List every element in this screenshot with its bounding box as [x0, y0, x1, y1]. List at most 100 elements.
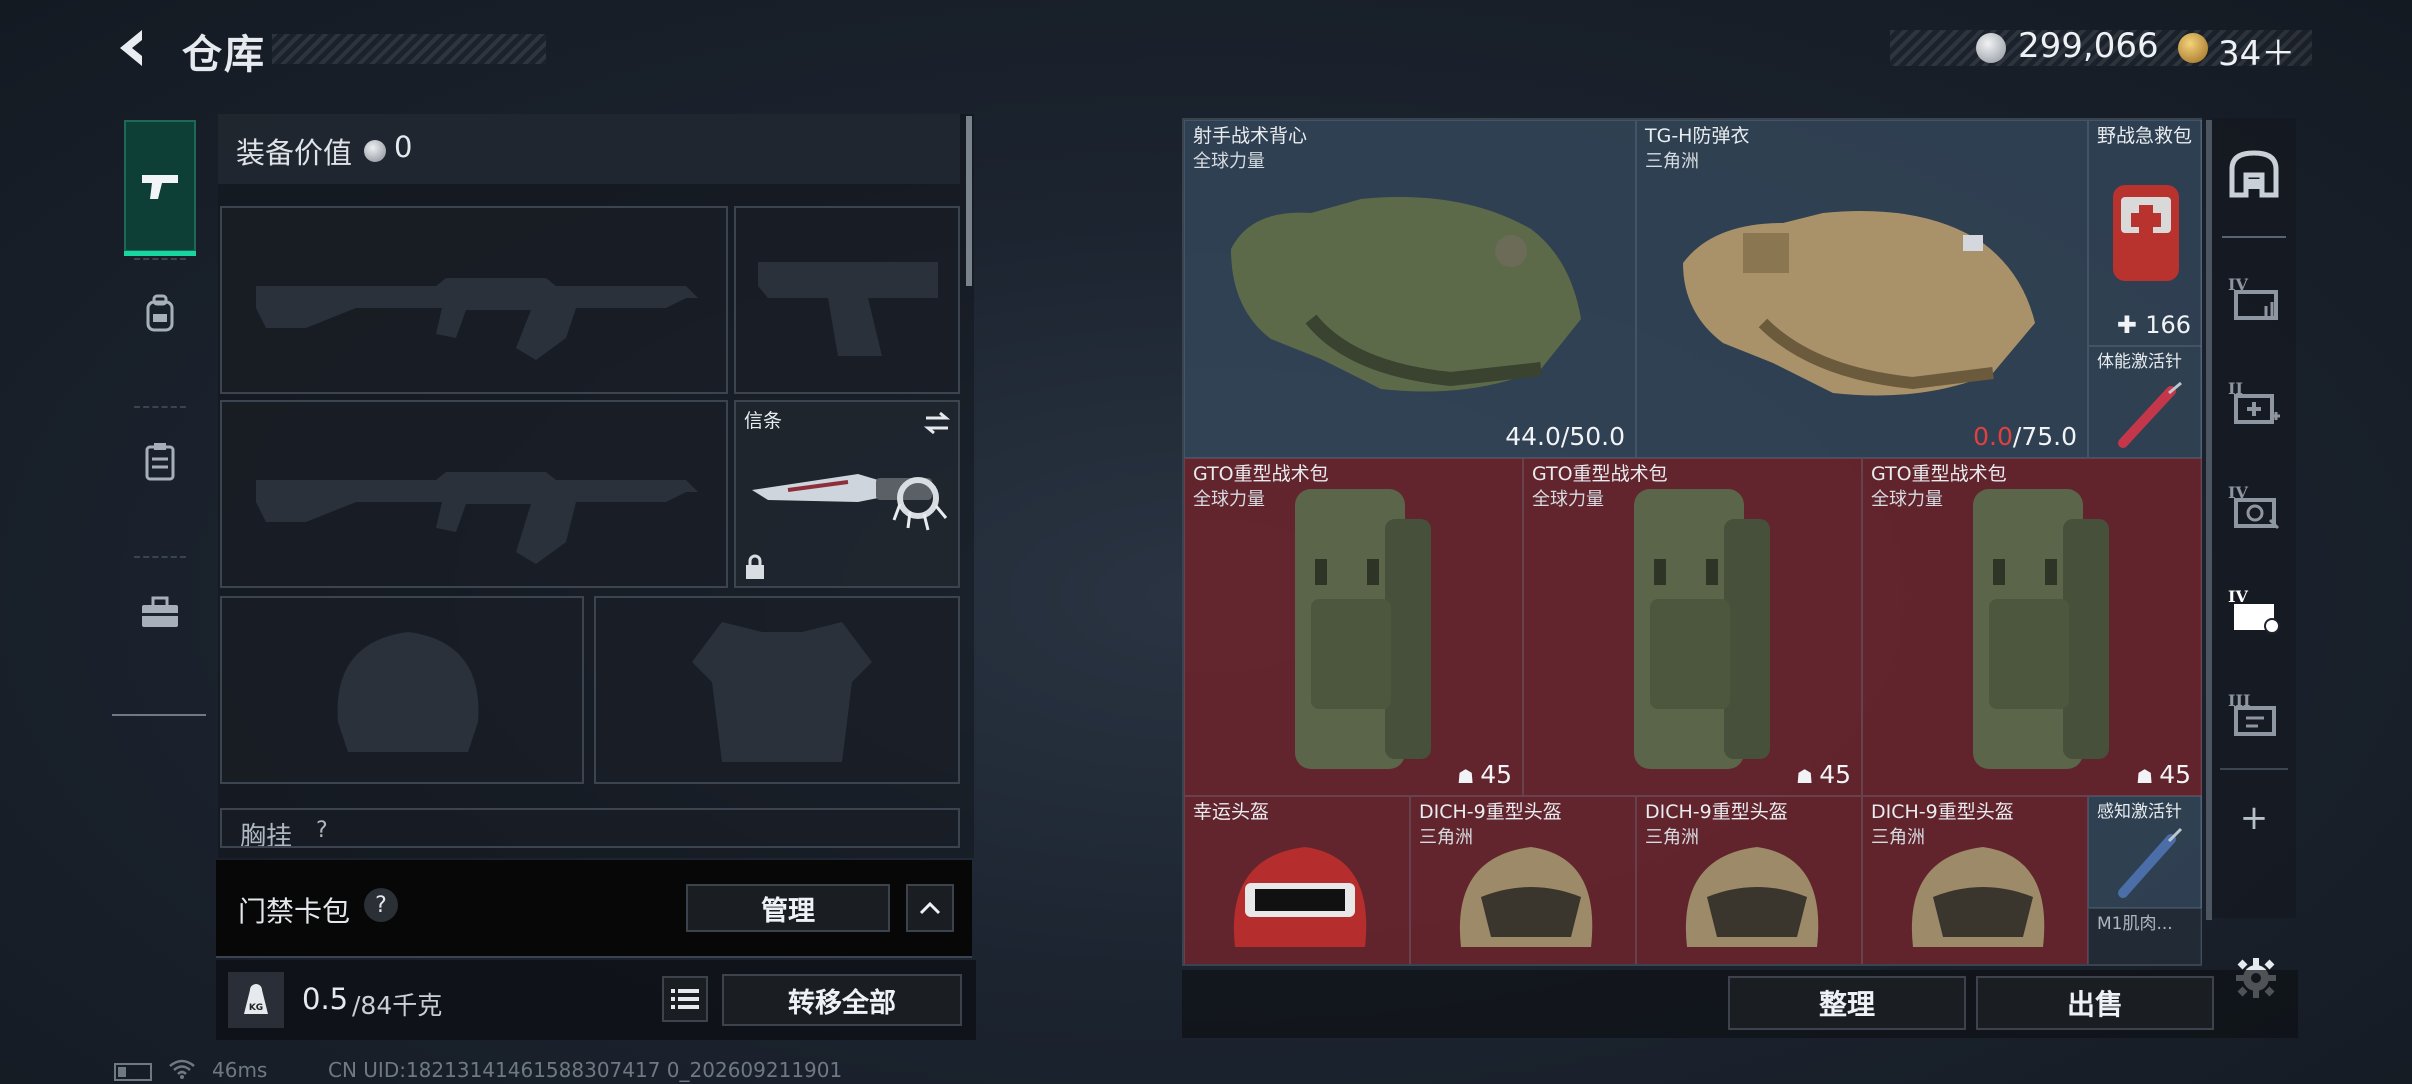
equipment-value: 0 — [394, 130, 413, 164]
stash-tier-iv-active-icon: IV — [2228, 587, 2280, 634]
tab-safe[interactable] — [2220, 140, 2288, 208]
item-subtitle: 三角洲 — [1645, 151, 1699, 172]
stash-item[interactable]: TG-H防弹衣 三角洲 0.0/75.0 — [1636, 120, 2088, 458]
lock-icon — [746, 554, 764, 579]
coin-silver-icon — [364, 140, 386, 162]
list-icon — [671, 989, 699, 1009]
rifle-silhouette-icon — [256, 278, 698, 360]
stash-item[interactable]: GTO重型战术包 全球力量 ☗ 45 — [1523, 458, 1862, 796]
tab-stash-5[interactable]: III — [2220, 674, 2288, 754]
stash-item[interactable]: GTO重型战术包 全球力量 ☗ 45 — [1862, 458, 2202, 796]
knife-icon — [752, 474, 948, 531]
pistol-slot[interactable] — [734, 206, 960, 394]
svg-text:IV: IV — [2228, 587, 2248, 606]
stash-item[interactable]: 体能激活针 — [2088, 346, 2202, 458]
stash-item[interactable]: 射手战术背心 全球力量 44.0/50.0 — [1184, 120, 1636, 458]
help-icon[interactable]: ? — [364, 888, 398, 922]
chevron-up-icon — [919, 901, 941, 915]
item-capacity: ☗ 45 — [2136, 760, 2191, 789]
item-name: 感知激活针 — [2097, 802, 2182, 822]
body-armor-icon — [1683, 211, 2035, 396]
stash-grid: 射手战术背心 全球力量 44.0/50.0 TG-H防弹衣 三角洲 0.0/75… — [1184, 120, 2202, 964]
item-name: 射手战术背心 — [1193, 125, 1308, 147]
rifle-silhouette-icon — [256, 472, 698, 564]
item-name: DICH-9重型头盔 — [1871, 801, 2014, 823]
tab-tools[interactable] — [124, 568, 196, 656]
coin-gold-icon — [2178, 33, 2208, 63]
primary-weapon-slot-2[interactable] — [220, 400, 728, 588]
currency-silver-value: 299,066 — [2018, 26, 2159, 66]
heavy-helmet-icon — [1459, 847, 1593, 947]
backpack-item-icon — [1973, 489, 2109, 769]
melee-slot[interactable]: 信条 — [734, 400, 960, 588]
stash-item[interactable]: M1肌肉... — [2088, 908, 2202, 964]
backpack-item-icon — [1634, 489, 1770, 769]
stash-item[interactable]: 感知激活针 — [2088, 796, 2202, 908]
ping-value: 46ms — [212, 1058, 268, 1082]
item-name: 幸运头盔 — [1193, 801, 1270, 823]
primary-weapon-slot-1[interactable] — [220, 206, 728, 394]
weight-icon: KG — [228, 972, 284, 1028]
stash-item[interactable]: DICH-9重型头盔 三角洲 — [1410, 796, 1636, 964]
sell-button[interactable]: 出售 — [1976, 976, 2214, 1030]
transfer-all-button[interactable]: 转移全部 — [722, 974, 962, 1026]
item-name: M1肌肉... — [2097, 914, 2173, 934]
item-quantity: ✚ 166 — [2116, 311, 2191, 339]
tab-vests[interactable] — [124, 418, 196, 506]
durability-value: 0.0/75.0 — [1973, 422, 2077, 451]
heavy-helmet-icon — [1911, 847, 2045, 947]
weight-current: 0.5 — [302, 982, 349, 1016]
lucky-helmet-icon — [1233, 847, 1367, 947]
equipment-value-header: 装备价值 0 — [218, 114, 960, 184]
list-view-button[interactable] — [662, 976, 708, 1022]
stash-item[interactable]: GTO重型战术包 全球力量 ☗ 45 — [1184, 458, 1523, 796]
item-subtitle: 全球力量 — [1193, 489, 1265, 510]
stash-item[interactable]: 野战急救包 ✚ 166 — [2088, 120, 2202, 346]
currency-gold-value[interactable]: 34＋ — [2218, 26, 2295, 75]
item-name: DICH-9重型头盔 — [1645, 801, 1788, 823]
wifi-icon — [169, 1059, 195, 1079]
tab-stash-4-active[interactable]: IV — [2220, 570, 2288, 650]
tab-stash-3[interactable]: IV — [2220, 466, 2288, 546]
armor-slot[interactable] — [594, 596, 960, 784]
stash-tier-iii-icon: III — [2228, 691, 2276, 736]
back-icon[interactable] — [112, 26, 156, 70]
stash-item[interactable]: DICH-9重型头盔 三角洲 — [1636, 796, 1862, 964]
battery-icon — [114, 1063, 152, 1081]
helmet-silhouette-icon — [337, 632, 479, 752]
backpack-icon — [146, 294, 174, 332]
collapse-button[interactable] — [906, 884, 954, 932]
swap-icon[interactable] — [922, 410, 952, 436]
tab-weapons[interactable] — [124, 120, 196, 256]
add-stash-button[interactable]: + — [2220, 788, 2288, 848]
item-name: 体能激活针 — [2097, 352, 2182, 372]
stash-tier-iv-camera-icon: IV — [2228, 483, 2280, 530]
melee-slot-label: 信条 — [744, 410, 783, 432]
weight-bar: KG 0.5 /84千克 转移全部 — [216, 960, 976, 1040]
stash-item[interactable]: 幸运头盔 — [1184, 796, 1410, 964]
sort-button[interactable]: 整理 — [1728, 976, 1966, 1030]
stash-item[interactable]: DICH-9重型头盔 三角洲 — [1862, 796, 2088, 964]
equipment-scrollbar[interactable] — [966, 116, 972, 286]
tab-stash-2[interactable]: II — [2220, 362, 2288, 442]
toolbox-icon — [142, 596, 178, 627]
chest-rig-label: 胸挂 — [240, 822, 293, 848]
stash-tier-iv-a-icon: IV — [2228, 275, 2278, 320]
category-tabs — [112, 108, 206, 716]
durability-value: 44.0/50.0 — [1505, 422, 1625, 451]
backpack-item-icon — [1295, 489, 1431, 769]
tab-stash-1[interactable]: IV — [2220, 258, 2288, 338]
manage-button[interactable]: 管理 — [686, 884, 890, 932]
item-subtitle: 全球力量 — [1532, 489, 1604, 510]
item-name: DICH-9重型头盔 — [1419, 801, 1562, 823]
stash-actions-bar: 整理 出售 — [1182, 970, 2298, 1038]
tab-backpacks[interactable] — [124, 270, 196, 358]
access-card-label: 门禁卡包 — [238, 895, 351, 928]
clipboard-icon — [145, 443, 175, 481]
helmet-slot[interactable] — [220, 596, 584, 784]
chest-rig-slot[interactable]: 胸挂 ? — [220, 808, 960, 848]
item-capacity: ☗ 45 — [1796, 760, 1851, 789]
equipment-value-label: 装备价值 — [236, 136, 353, 170]
armor-silhouette-icon — [692, 622, 872, 762]
pistol-silhouette-icon — [758, 262, 938, 356]
